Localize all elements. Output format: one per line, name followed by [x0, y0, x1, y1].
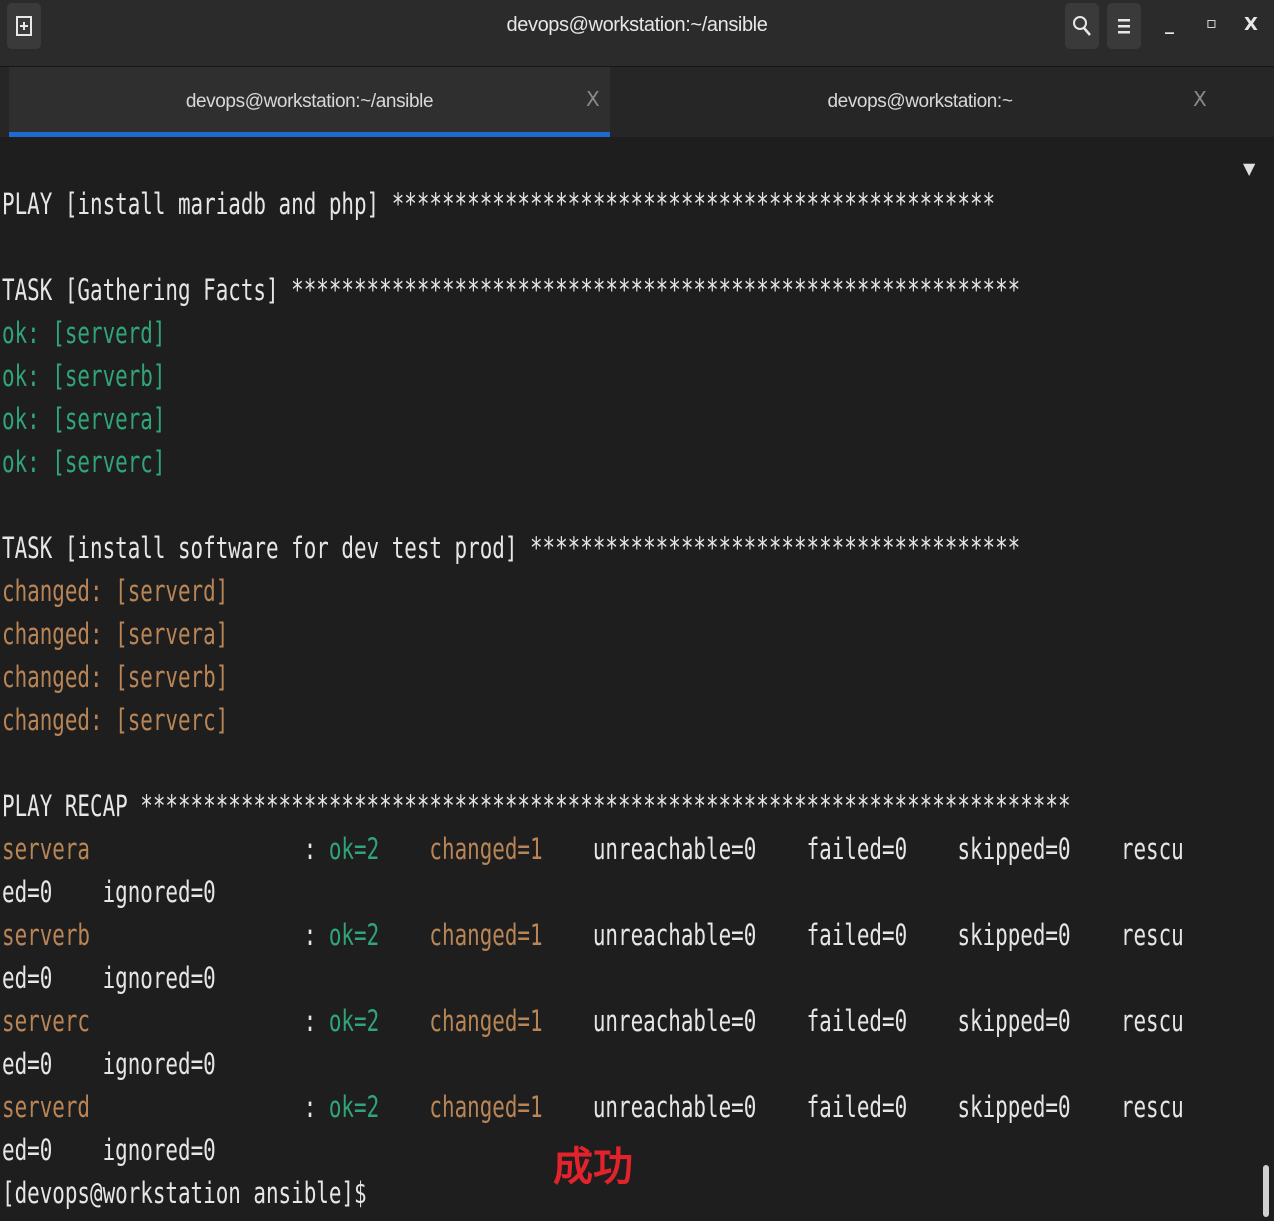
- recap-changed: changed=1: [429, 1004, 543, 1038]
- menu-button[interactable]: [1107, 3, 1141, 49]
- recap-rescued: ed=0: [2, 1133, 53, 1167]
- recap-rescued: ed=0: [2, 961, 53, 995]
- recap-ok: ok=2: [328, 1090, 380, 1124]
- minimize-button[interactable]: _: [1165, 14, 1174, 35]
- recap-ignored: ignored=0: [102, 875, 216, 909]
- hamburger-menu-icon: [1118, 19, 1130, 34]
- tab-close-button[interactable]: X: [586, 87, 600, 111]
- recap-skipped: skipped=0: [957, 832, 1071, 866]
- recap-host: servera: [2, 832, 90, 866]
- recap-row-wrap: ed=0 ignored=0: [2, 873, 216, 911]
- tab-label: devops@workstation:~: [827, 91, 1013, 112]
- recap-header: PLAY RECAP *****************************…: [2, 789, 1071, 823]
- window-titlebar: devops@workstation:~/ansible _ ▫ X: [0, 0, 1274, 67]
- recap-ignored: ignored=0: [102, 1133, 216, 1167]
- task-result-changed: changed: [serverd]: [2, 574, 229, 608]
- recap-changed: changed=1: [429, 832, 543, 866]
- recap-rescued: rescu: [1120, 1090, 1184, 1124]
- search-icon: [1073, 16, 1091, 36]
- recap-rescued: rescu: [1120, 1004, 1184, 1038]
- recap-failed: failed=0: [806, 918, 908, 952]
- recap-skipped: skipped=0: [957, 918, 1071, 952]
- shell-prompt: [devops@workstation ansible]$: [2, 1176, 367, 1210]
- recap-rescued: ed=0: [2, 875, 53, 909]
- recap-unreachable: unreachable=0: [592, 832, 757, 866]
- recap-changed: changed=1: [429, 918, 543, 952]
- recap-ok: ok=2: [328, 1004, 380, 1038]
- recap-host: serverb: [2, 918, 90, 952]
- task-result-changed: changed: [serverc]: [2, 703, 229, 737]
- tab-close-button[interactable]: X: [1193, 87, 1207, 111]
- recap-skipped: skipped=0: [957, 1090, 1071, 1124]
- close-window-button[interactable]: X: [1244, 14, 1258, 35]
- recap-host: serverc: [2, 1004, 90, 1038]
- terminal-output[interactable]: PLAY [install mariadb and php] *********…: [0, 137, 1260, 1221]
- recap-failed: failed=0: [806, 1090, 908, 1124]
- recap-row: serverb : ok=2 changed=1 unreachable=0 f…: [2, 916, 1184, 954]
- recap-ok: ok=2: [328, 918, 380, 952]
- task-header: TASK [install software for dev test prod…: [2, 531, 1021, 565]
- task-header: TASK [Gathering Facts] *****************…: [2, 273, 1021, 307]
- maximize-button[interactable]: ▫: [1206, 13, 1217, 32]
- recap-rescued: ed=0: [2, 1047, 53, 1081]
- recap-changed: changed=1: [429, 1090, 543, 1124]
- terminal-scrollbar[interactable]: [1263, 1165, 1269, 1217]
- task-result-ok: ok: [serverd]: [2, 316, 166, 350]
- recap-ignored: ignored=0: [102, 1047, 216, 1081]
- recap-failed: failed=0: [806, 1004, 908, 1038]
- tab-label: devops@workstation:~/ansible: [185, 91, 434, 112]
- recap-rescued: rescu: [1120, 832, 1184, 866]
- recap-row-wrap: ed=0 ignored=0: [2, 959, 216, 997]
- recap-separator: :: [303, 918, 317, 952]
- play-header: PLAY [install mariadb and php] *********…: [2, 187, 996, 221]
- recap-rescued: rescu: [1120, 918, 1184, 952]
- recap-row: servera : ok=2 changed=1 unreachable=0 f…: [2, 830, 1184, 868]
- recap-host: serverd: [2, 1090, 90, 1124]
- tab-ansible[interactable]: devops@workstation:~/ansible X: [9, 67, 610, 137]
- tab-bar: devops@workstation:~/ansible X devops@wo…: [0, 67, 1274, 178]
- tab-home[interactable]: devops@workstation:~ X: [615, 67, 1225, 137]
- task-result-ok: ok: [serverb]: [2, 359, 166, 393]
- recap-separator: :: [303, 1090, 317, 1124]
- task-result-changed: changed: [serverb]: [2, 660, 229, 694]
- recap-row-wrap: ed=0 ignored=0: [2, 1045, 216, 1083]
- recap-separator: :: [303, 1004, 317, 1038]
- recap-ok: ok=2: [328, 832, 380, 866]
- search-button[interactable]: [1065, 3, 1099, 49]
- recap-skipped: skipped=0: [957, 1004, 1071, 1038]
- success-annotation: 成功: [553, 1144, 633, 1190]
- task-result-ok: ok: [servera]: [2, 402, 166, 436]
- recap-row: serverd : ok=2 changed=1 unreachable=0 f…: [2, 1088, 1184, 1126]
- recap-ignored: ignored=0: [102, 961, 216, 995]
- recap-unreachable: unreachable=0: [592, 918, 757, 952]
- recap-row: serverc : ok=2 changed=1 unreachable=0 f…: [2, 1002, 1184, 1040]
- recap-row-wrap: ed=0 ignored=0: [2, 1131, 216, 1169]
- task-result-ok: ok: [serverc]: [2, 445, 166, 479]
- recap-separator: :: [303, 832, 317, 866]
- task-result-changed: changed: [servera]: [2, 617, 229, 651]
- recap-failed: failed=0: [806, 832, 908, 866]
- recap-unreachable: unreachable=0: [592, 1004, 757, 1038]
- recap-unreachable: unreachable=0: [592, 1090, 757, 1124]
